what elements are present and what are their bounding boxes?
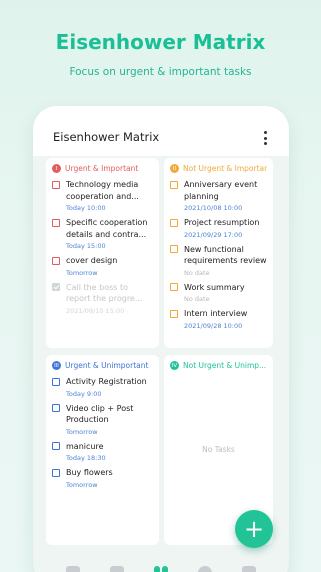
task-body: New functional requirements review No dat… — [184, 244, 267, 278]
task-date: 2021/09/28 10:00 — [184, 321, 243, 330]
quadrant-label: Not Urgent & Important — [183, 164, 267, 173]
quadrant-not-urgent-important[interactable]: II Not Urgent & Important Anniversary ev… — [164, 158, 273, 348]
task-item[interactable]: Buy flowers Tomorrow — [52, 467, 153, 490]
more-options-icon[interactable] — [263, 131, 267, 145]
task-item[interactable]: Activity Registration Today 9:00 — [52, 376, 153, 399]
task-title: Call the boss to report the progre... — [66, 282, 143, 304]
task-title: Work summary — [184, 282, 245, 292]
task-date: Tomorrow — [66, 427, 98, 436]
task-title: New functional requirements review — [184, 244, 267, 266]
task-date: Today 15:00 — [66, 242, 106, 250]
quadrant-badge-icon: I — [52, 164, 61, 173]
timer-icon[interactable] — [198, 566, 212, 572]
task-body: Anniversary event planning 2021/10/08 10:… — [184, 179, 267, 213]
matrix-icon[interactable] — [154, 566, 168, 572]
task-item[interactable]: Technology media cooperation and... Today… — [52, 179, 153, 213]
task-checkbox[interactable] — [170, 245, 178, 253]
task-date: Tomorrow — [66, 268, 98, 277]
task-checkbox[interactable] — [52, 468, 60, 477]
task-body: Buy flowers Tomorrow — [66, 467, 153, 490]
quadrant-label: Not Urgent & Unimp... — [183, 361, 267, 370]
task-title: manicure — [66, 441, 104, 451]
task-item[interactable]: cover design Tomorrow — [52, 255, 153, 278]
task-title: Activity Registration — [66, 377, 147, 386]
task-checkbox[interactable] — [170, 283, 178, 291]
app-title: Eisenhower Matrix — [53, 130, 160, 144]
hero-title: Eisenhower Matrix — [55, 30, 266, 54]
task-body: Video clip + Post Production Tomorrow — [66, 403, 153, 437]
task-list: Anniversary event planning 2021/10/08 10:… — [170, 179, 267, 331]
task-date: Today 9:00 — [66, 389, 102, 398]
task-checkbox[interactable] — [52, 404, 60, 412]
task-checkbox[interactable] — [170, 218, 178, 227]
task-body: Call the boss to report the progre... 202… — [66, 282, 153, 316]
quadrant-label: Urgent & Unimportant — [65, 361, 149, 370]
task-body: Activity Registration Today 9:00 — [66, 376, 153, 399]
task-list: Activity Registration Today 9:00 Video cli… — [52, 376, 153, 490]
task-item[interactable]: Intern interview 2021/09/28 10:00 — [170, 308, 267, 331]
task-title: Project resumption — [184, 218, 260, 227]
quadrant-urgent-important[interactable]: I Urgent & Important Technology media co… — [46, 158, 159, 348]
task-title: Buy flowers — [66, 468, 113, 477]
task-item[interactable]: Project resumption 2021/09/29 17:00 — [170, 217, 267, 240]
task-title: Specific cooperation details and contra.… — [66, 218, 148, 239]
task-checkbox[interactable] — [170, 309, 178, 318]
task-body: Technology media cooperation and... Today… — [66, 179, 153, 213]
task-date: Today 18:30 — [66, 454, 106, 462]
quadrant-badge-icon: III — [52, 361, 61, 370]
task-body: cover design Tomorrow — [66, 255, 153, 278]
quadrant-badge-icon: II — [170, 164, 179, 173]
quadrant-label: Urgent & Important — [65, 164, 139, 173]
task-item[interactable]: manicure Today 18:30 — [52, 441, 153, 464]
task-body: Work summary No date — [184, 282, 267, 305]
task-date: No date — [184, 295, 210, 303]
task-date: 2021/09/29 17:00 — [184, 230, 243, 239]
bottom-nav — [33, 560, 289, 572]
quadrant-header: III Urgent & Unimportant — [52, 361, 153, 370]
task-title: cover design — [66, 256, 118, 265]
task-item[interactable]: Specific cooperation details and contra.… — [52, 217, 153, 251]
calendar-icon[interactable] — [110, 566, 124, 572]
quadrant-header: II Not Urgent & Important — [170, 164, 267, 173]
task-checkbox[interactable] — [52, 442, 60, 450]
app-header: Eisenhower Matrix — [33, 106, 289, 156]
task-date: 2021/09/10 15:00 — [66, 306, 125, 315]
task-checkbox[interactable] — [52, 218, 60, 227]
task-body: manicure Today 18:30 — [66, 441, 153, 464]
list-icon[interactable] — [66, 566, 80, 572]
hero-subtitle: Focus on urgent & important tasks — [69, 66, 252, 78]
quadrant-badge-icon: IV — [170, 361, 179, 370]
task-date: Tomorrow — [66, 480, 98, 489]
task-item[interactable]: Call the boss to report the progre... 202… — [52, 282, 153, 316]
empty-state-text: No Tasks — [202, 445, 235, 454]
task-title: Anniversary event planning — [184, 180, 258, 201]
task-list: Technology media cooperation and... Today… — [52, 179, 153, 316]
task-item[interactable]: New functional requirements review No dat… — [170, 244, 267, 278]
task-checkbox[interactable] — [52, 180, 60, 189]
task-body: Intern interview 2021/09/28 10:00 — [184, 308, 267, 331]
task-item[interactable]: Video clip + Post Production Tomorrow — [52, 403, 153, 437]
task-checkbox[interactable] — [52, 283, 60, 291]
phone-frame: Eisenhower Matrix I Urgent & Important T… — [33, 106, 289, 572]
quadrant-header: I Urgent & Important — [52, 164, 153, 173]
task-body: Specific cooperation details and contra.… — [66, 217, 153, 251]
plus-icon: + — [243, 515, 265, 543]
task-date: Today 10:00 — [66, 204, 106, 212]
task-checkbox[interactable] — [52, 377, 60, 386]
add-task-button[interactable]: + — [235, 510, 273, 548]
task-title: Video clip + Post Production — [66, 403, 134, 425]
task-checkbox[interactable] — [170, 180, 178, 189]
task-item[interactable]: Anniversary event planning 2021/10/08 10:… — [170, 179, 267, 213]
quadrant-urgent-unimportant[interactable]: III Urgent & Unimportant Activity Regist… — [46, 355, 159, 545]
task-date: 2021/10/08 10:00 — [184, 204, 243, 212]
home-icon[interactable] — [242, 566, 256, 572]
task-body: Project resumption 2021/09/29 17:00 — [184, 217, 267, 240]
quadrant-header: IV Not Urgent & Unimp... — [170, 361, 267, 370]
task-title: Intern interview — [184, 309, 248, 318]
task-item[interactable]: Work summary No date — [170, 282, 267, 305]
task-title: Technology media cooperation and... — [66, 180, 139, 201]
task-date: No date — [184, 268, 210, 277]
task-checkbox[interactable] — [52, 256, 60, 265]
